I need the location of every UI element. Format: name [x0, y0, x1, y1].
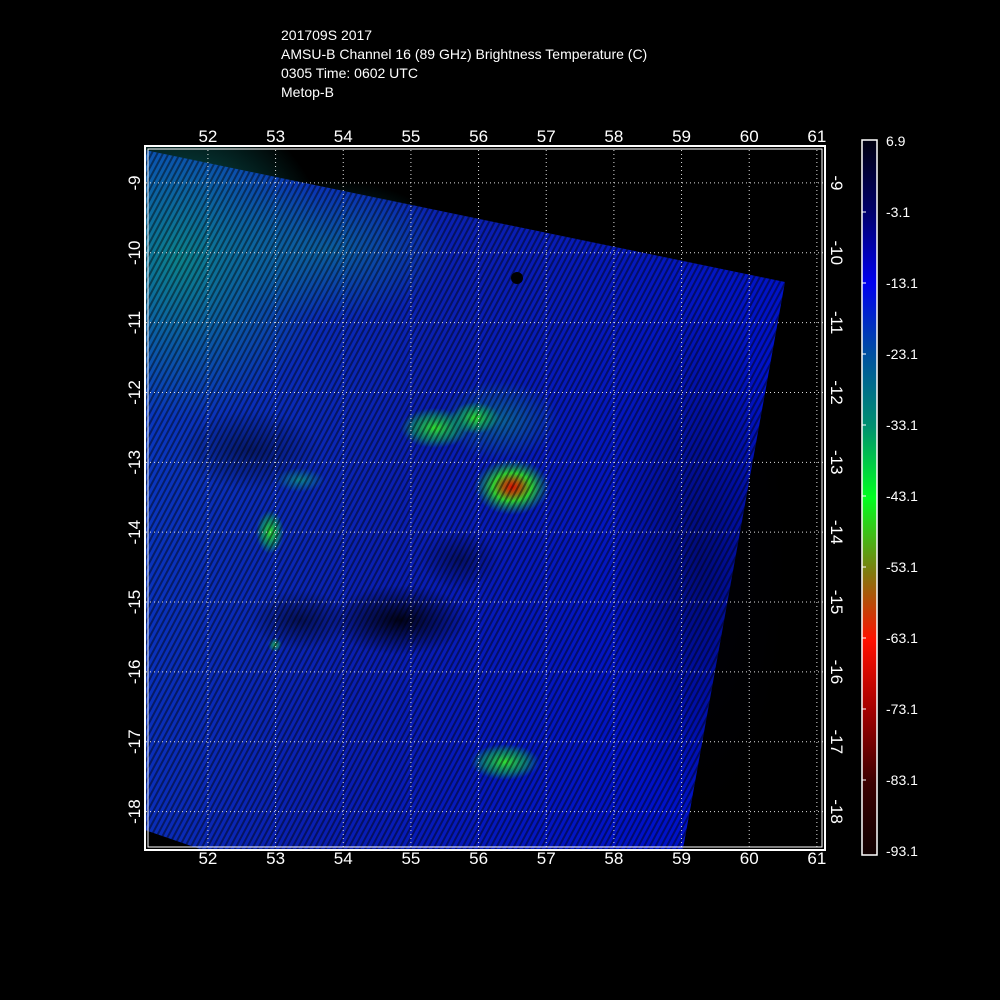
lat-tick-label-right: -16 [827, 660, 846, 685]
lat-tick-label-right: -18 [827, 799, 846, 824]
lat-tick-label-right: -17 [827, 729, 846, 754]
lat-tick-label-right: -15 [827, 590, 846, 615]
lat-tick-label-left: -14 [125, 520, 144, 545]
colorbar-label: 6.9 [886, 133, 906, 149]
colorbar-label: -83.1 [886, 772, 918, 788]
lon-tick-label-top: 52 [198, 127, 217, 146]
lon-tick-label-top: 60 [740, 127, 759, 146]
lon-tick-label-top: 53 [266, 127, 285, 146]
lon-tick-label-bottom: 60 [740, 849, 759, 868]
lon-tick-label-bottom: 59 [672, 849, 691, 868]
lat-tick-label-right: -10 [827, 240, 846, 265]
colorbar-label: -3.1 [886, 204, 910, 220]
map-plot: 52 52 53 53 54 54 55 55 56 56 57 57 58 58 59 59 60 60 61 61… [125, 127, 918, 868]
lon-tick-label-top: 59 [672, 127, 691, 146]
colorbar-label: -63.1 [886, 630, 918, 646]
lat-tick-label-left: -12 [125, 380, 144, 405]
lat-tick-label-left: -17 [125, 729, 144, 754]
lon-tick-label-top: 61 [807, 127, 826, 146]
colorbar-label: -43.1 [886, 488, 918, 504]
colorbar-label: -93.1 [886, 843, 918, 859]
colorbar-label: -53.1 [886, 559, 918, 575]
lon-tick-label-bottom: 52 [198, 849, 217, 868]
lon-tick-label-top: 58 [604, 127, 623, 146]
lon-tick-label-bottom: 57 [537, 849, 556, 868]
lon-tick-label-top: 55 [401, 127, 420, 146]
colorbar-label: -33.1 [886, 417, 918, 433]
lat-tick-label-right: -9 [827, 175, 846, 190]
lon-tick-label-top: 56 [469, 127, 488, 146]
lon-tick-label-bottom: 58 [604, 849, 623, 868]
lat-tick-label-right: -13 [827, 450, 846, 475]
lon-tick-label-bottom: 53 [266, 849, 285, 868]
lat-tick-label-left: -15 [125, 590, 144, 615]
lon-tick-label-top: 54 [334, 127, 353, 146]
lon-tick-label-top: 57 [537, 127, 556, 146]
lat-tick-label-left: -9 [125, 175, 144, 190]
lat-tick-label-right: -12 [827, 380, 846, 405]
colorbar-label: -13.1 [886, 275, 918, 291]
lon-tick-label-bottom: 61 [807, 849, 826, 868]
lon-tick-label-bottom: 54 [334, 849, 353, 868]
lat-tick-label-left: -11 [125, 311, 144, 334]
lat-tick-label-left: -18 [125, 799, 144, 824]
lat-tick-label-left: -16 [125, 660, 144, 685]
lon-tick-label-bottom: 56 [469, 849, 488, 868]
lat-tick-label-left: -10 [125, 240, 144, 265]
lon-tick-label-bottom: 55 [401, 849, 420, 868]
colorbar: 6.9 -3.1 -13.1 -23.1 -33.1 -43.1 -53.1 -63.1 -73… [861, 133, 918, 859]
lat-tick-label-left: -13 [125, 450, 144, 475]
lat-tick-label-right: -11 [827, 311, 846, 334]
colorbar-label: -23.1 [886, 346, 918, 362]
colorbar-label: -73.1 [886, 701, 918, 717]
lat-tick-label-right: -14 [827, 520, 846, 545]
